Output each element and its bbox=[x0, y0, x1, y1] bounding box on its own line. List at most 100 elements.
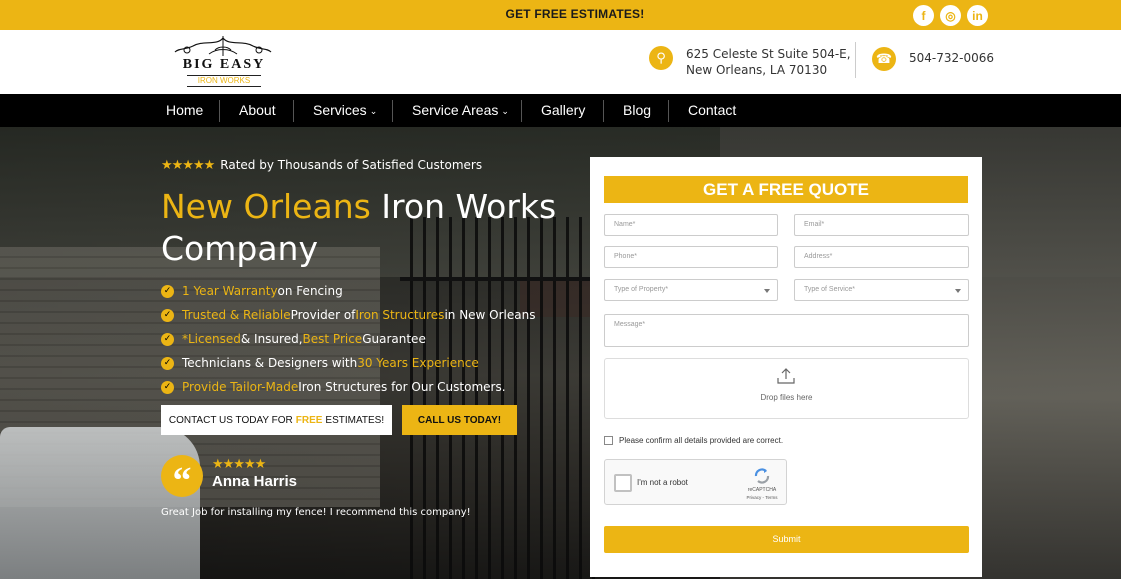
hero-title: New Orleans Iron Works Company bbox=[161, 186, 581, 270]
nav-divider bbox=[219, 100, 220, 122]
file-dropzone[interactable]: Drop files here bbox=[604, 358, 969, 419]
check-circle-icon: ✓ bbox=[161, 356, 174, 370]
review-stars-icon: ★★★★★ bbox=[212, 457, 266, 472]
message-textarea[interactable]: Message* bbox=[604, 314, 969, 347]
feature-item: ✓ *Licensed & Insured, Best Price Guarant… bbox=[161, 327, 536, 351]
nav-services-label: Services bbox=[313, 102, 367, 118]
dropzone-text: Drop files here bbox=[760, 393, 813, 402]
nav-divider bbox=[603, 100, 604, 122]
service-type-select[interactable]: Type of Service* bbox=[794, 279, 969, 301]
property-type-select[interactable]: Type of Property* bbox=[604, 279, 778, 301]
reviewer-name: Anna Harris bbox=[212, 473, 298, 490]
social-links: f ◎ in bbox=[913, 5, 988, 26]
contact-us-button[interactable]: CONTACT US TODAY FOR FREE ESTIMATES! bbox=[161, 405, 392, 435]
feature-text: & Insured, bbox=[240, 332, 303, 346]
star-rating-icon: ★★★★★ bbox=[161, 158, 215, 173]
contact-us-button-text: CONTACT US TODAY FOR bbox=[168, 414, 293, 426]
feature-highlight: Best Price bbox=[302, 332, 363, 346]
form-title: GET A FREE QUOTE bbox=[604, 176, 968, 203]
property-type-placeholder: Type of Property* bbox=[614, 286, 669, 293]
instagram-icon[interactable]: ◎ bbox=[940, 5, 961, 26]
feature-list: ✓ 1 Year Warranty on Fencing ✓ Trusted & R… bbox=[161, 279, 536, 399]
submit-button[interactable]: Submit bbox=[604, 526, 969, 553]
hero-title-gold: New Orleans bbox=[161, 187, 371, 226]
phone-icon: ☎ bbox=[872, 47, 896, 71]
feature-text: Guarantee bbox=[362, 332, 426, 346]
dropdown-arrow-icon bbox=[764, 289, 770, 293]
linkedin-icon[interactable]: in bbox=[967, 5, 988, 26]
feature-item: ✓ Technicians & Designers with 30 Years E… bbox=[161, 351, 536, 375]
logo-title: BIG EASY bbox=[182, 57, 266, 72]
feature-item: ✓ 1 Year Warranty on Fencing bbox=[161, 279, 536, 303]
rating-text: Rated by Thousands of Satisfied Customer… bbox=[220, 158, 483, 172]
logo[interactable]: BIG EASY IRON WORKS bbox=[161, 36, 287, 88]
rating-line: ★★★★★ Rated by Thousands of Satisfied Cus… bbox=[161, 158, 482, 173]
email-input[interactable]: Email* bbox=[794, 214, 969, 236]
chevron-down-icon: ⌄ bbox=[501, 106, 509, 116]
quote-form: GET A FREE QUOTE Name* Email* Phone* Add… bbox=[590, 157, 982, 577]
feature-text: on Fencing bbox=[277, 284, 343, 298]
nav-divider bbox=[521, 100, 522, 122]
address: 625 Celeste St Suite 504-E, New Orleans,… bbox=[686, 46, 851, 78]
name-input[interactable]: Name* bbox=[604, 214, 778, 236]
recaptcha-checkbox[interactable] bbox=[614, 474, 632, 492]
check-circle-icon: ✓ bbox=[161, 284, 174, 298]
hero-title-white-2: Company bbox=[161, 229, 318, 268]
feature-item: ✓ Trusted & Reliable Provider of Iron Str… bbox=[161, 303, 536, 327]
nav-service-areas[interactable]: Service Areas ⌄ bbox=[412, 94, 509, 127]
feature-highlight: Provide Tailor-Made bbox=[182, 380, 299, 394]
service-type-placeholder: Type of Service* bbox=[804, 286, 855, 293]
review-text: Great Job for installing my fence! I rec… bbox=[161, 507, 471, 518]
phone-number[interactable]: 504-732-0066 bbox=[909, 51, 994, 65]
feature-text: Provider of bbox=[290, 308, 356, 322]
feature-text: in New Orleans bbox=[444, 308, 536, 322]
quote-icon: “ bbox=[161, 455, 203, 502]
recaptcha-brand: reCAPTCHA bbox=[747, 487, 777, 493]
call-us-button[interactable]: CALL US TODAY! bbox=[402, 405, 517, 435]
nav-service-areas-label: Service Areas bbox=[412, 102, 499, 118]
header-divider bbox=[855, 42, 856, 78]
nav-divider bbox=[392, 100, 393, 122]
feature-text: Iron Structures for Our Customers. bbox=[298, 380, 506, 394]
confirm-checkbox[interactable] bbox=[604, 436, 613, 445]
contact-us-button-highlight: FREE bbox=[295, 414, 323, 426]
recaptcha-label: I'm not a robot bbox=[637, 478, 688, 487]
recaptcha-terms[interactable]: Privacy - Terms bbox=[745, 495, 779, 500]
hero-truck bbox=[0, 427, 200, 579]
location-pin-icon: ⚲ bbox=[649, 46, 673, 70]
phone-input[interactable]: Phone* bbox=[604, 246, 778, 268]
feature-highlight: Trusted & Reliable bbox=[182, 308, 291, 322]
feature-item: ✓ Provide Tailor-Made Iron Structures for… bbox=[161, 375, 536, 399]
contact-us-button-text-end: ESTIMATES! bbox=[325, 414, 385, 426]
main-nav: Home About Services ⌄ Service Areas ⌄ Gall… bbox=[0, 94, 1121, 127]
feature-highlight: 1 Year Warranty bbox=[182, 284, 278, 298]
facebook-icon[interactable]: f bbox=[913, 5, 934, 26]
check-circle-icon: ✓ bbox=[161, 332, 174, 346]
feature-highlight: Iron Structures bbox=[355, 308, 445, 322]
confirm-row: Please confirm all details provided are … bbox=[604, 436, 783, 445]
nav-divider bbox=[293, 100, 294, 122]
address-input[interactable]: Address* bbox=[794, 246, 969, 268]
feature-highlight: 30 Years Experience bbox=[357, 356, 479, 370]
nav-home[interactable]: Home bbox=[166, 94, 203, 127]
top-bar: GET FREE ESTIMATES! f ◎ in bbox=[0, 0, 1121, 30]
feature-highlight: *Licensed bbox=[182, 332, 241, 346]
address-line-2: New Orleans, LA 70130 bbox=[686, 63, 828, 77]
check-circle-icon: ✓ bbox=[161, 380, 174, 394]
nav-blog[interactable]: Blog bbox=[623, 94, 651, 127]
logo-subtitle: IRON WORKS bbox=[187, 75, 261, 87]
logo-ornament-icon bbox=[174, 36, 272, 56]
nav-gallery[interactable]: Gallery bbox=[541, 94, 585, 127]
nav-contact[interactable]: Contact bbox=[688, 94, 736, 127]
feature-text: Technicians & Designers with bbox=[182, 356, 358, 370]
nav-services[interactable]: Services ⌄ bbox=[313, 94, 377, 127]
nav-about[interactable]: About bbox=[239, 94, 276, 127]
address-line-1: 625 Celeste St Suite 504-E, bbox=[686, 47, 851, 61]
chevron-down-icon: ⌄ bbox=[369, 106, 378, 116]
confirm-label: Please confirm all details provided are … bbox=[619, 436, 784, 445]
hero-title-white-1: Iron Works bbox=[370, 187, 557, 226]
nav-divider bbox=[668, 100, 669, 122]
check-circle-icon: ✓ bbox=[161, 308, 174, 322]
recaptcha-widget: I'm not a robot reCAPTCHA Privacy - Term… bbox=[604, 459, 787, 505]
site-header: BIG EASY IRON WORKS ⚲ 625 Celeste St Sui… bbox=[0, 30, 1121, 94]
